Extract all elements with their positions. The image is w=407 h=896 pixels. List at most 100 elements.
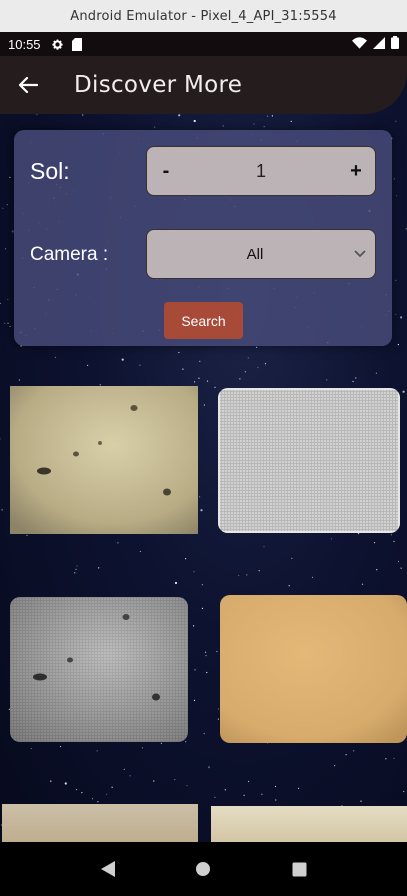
sol-label: Sol: [30, 158, 70, 184]
star [357, 533, 360, 535]
star [403, 790, 405, 793]
rover-photo[interactable] [2, 804, 198, 842]
star [186, 785, 188, 787]
status-bar: 10:55 [0, 32, 407, 56]
square-recents-icon [292, 862, 307, 876]
rover-photo[interactable] [10, 386, 198, 534]
star [185, 558, 187, 560]
star [174, 779, 176, 781]
star [353, 750, 355, 752]
photo-image [211, 806, 407, 842]
star [271, 115, 273, 117]
photo-image [220, 595, 407, 743]
star [117, 542, 119, 544]
star [400, 316, 403, 319]
star [36, 114, 38, 116]
star [334, 765, 336, 767]
chevron-down-icon [345, 250, 375, 258]
triangle-back-icon [100, 861, 115, 877]
star [395, 313, 397, 315]
star [2, 207, 4, 209]
star [54, 356, 57, 358]
star [160, 742, 162, 744]
star [203, 404, 205, 406]
star [345, 754, 347, 756]
signal-icon [373, 36, 385, 52]
star [222, 125, 224, 127]
photo-image [2, 804, 198, 842]
increment-button[interactable]: + [337, 160, 375, 183]
star [6, 204, 8, 206]
star [75, 568, 77, 571]
camera-selected-value: All [246, 245, 264, 263]
star [395, 279, 397, 281]
star [238, 574, 240, 577]
photo-image [218, 388, 400, 533]
star [18, 379, 20, 381]
star [205, 651, 207, 653]
rover-photo[interactable] [211, 806, 407, 842]
star [185, 741, 187, 743]
star [7, 298, 9, 301]
wifi-icon [352, 36, 367, 52]
star [82, 114, 84, 116]
nav-back-button[interactable] [93, 854, 123, 884]
star [106, 793, 108, 795]
star [1, 509, 3, 511]
decrement-button[interactable]: - [147, 160, 185, 183]
star [352, 380, 354, 383]
star [393, 757, 395, 759]
star [200, 509, 203, 512]
star [193, 625, 195, 627]
camera-select[interactable]: All [146, 229, 376, 279]
rover-photo[interactable] [218, 388, 400, 533]
star [76, 565, 78, 567]
arrow-back-icon [18, 76, 38, 94]
star [205, 655, 207, 657]
star [361, 583, 364, 585]
sim-icon [71, 37, 82, 51]
nav-home-button[interactable] [188, 854, 218, 884]
star [288, 585, 290, 587]
star [373, 542, 376, 544]
star [139, 364, 141, 366]
star [390, 534, 392, 536]
star [243, 794, 245, 796]
star [4, 248, 7, 250]
star [257, 366, 259, 369]
star [87, 364, 89, 366]
star [199, 496, 201, 498]
star [393, 540, 395, 542]
search-button[interactable]: Search [164, 302, 243, 339]
star [0, 438, 1, 440]
sol-stepper[interactable]: - 1 + [146, 146, 376, 196]
search-panel: Sol: - 1 + Camera : All Search [14, 130, 392, 346]
photo-image [10, 597, 188, 742]
photo-image [10, 386, 198, 534]
star [178, 114, 181, 117]
star [396, 195, 398, 197]
rover-photo[interactable] [10, 597, 188, 742]
sol-value[interactable]: 1 [185, 161, 337, 182]
app-bar: Discover More [0, 56, 407, 114]
star [274, 785, 277, 788]
camera-label: Camera : [30, 244, 109, 265]
star [199, 360, 201, 362]
star [154, 126, 156, 128]
star [193, 571, 195, 573]
star [182, 368, 184, 370]
star [395, 120, 397, 122]
back-button[interactable] [0, 56, 56, 114]
star [224, 789, 226, 791]
star [291, 557, 293, 559]
emulator-window-title: Android Emulator - Pixel_4_API_31:5554 [0, 0, 407, 32]
star [256, 346, 258, 348]
rover-photo[interactable] [220, 595, 407, 743]
star [360, 800, 362, 802]
star [355, 377, 357, 379]
star [129, 775, 131, 777]
star [263, 126, 265, 128]
star [207, 766, 211, 769]
star [30, 747, 32, 750]
nav-recents-button[interactable] [284, 854, 314, 884]
